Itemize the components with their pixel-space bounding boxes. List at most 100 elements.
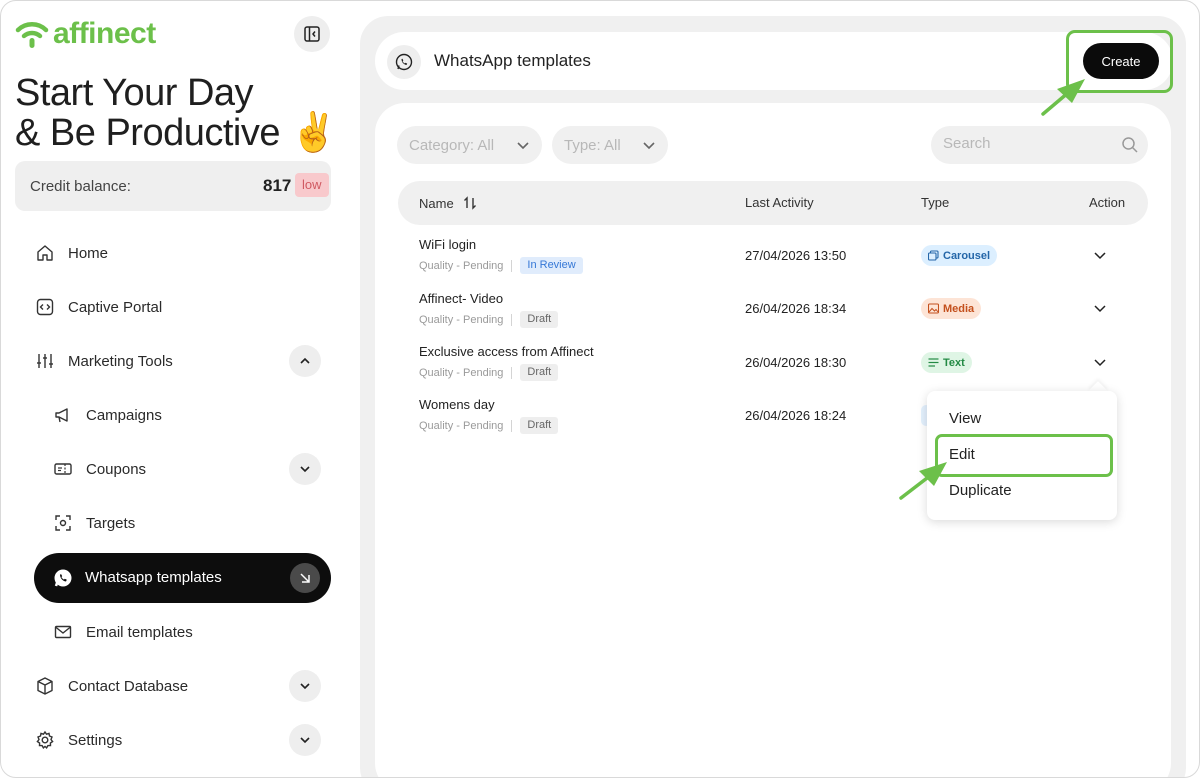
row-action-toggle[interactable]	[1091, 299, 1109, 317]
status-badge: In Review	[520, 257, 583, 274]
type-badge-label: Carousel	[943, 249, 991, 262]
row-action-toggle[interactable]	[1091, 353, 1109, 371]
chevron-down-icon	[1094, 359, 1106, 367]
column-header-action: Action	[1089, 195, 1126, 210]
quality-label: Quality - Pending	[419, 259, 504, 272]
credit-label: Credit balance:	[30, 178, 131, 195]
sidebar-item-email-templates[interactable]: Email templates	[52, 607, 193, 657]
category-filter-select[interactable]: Category: All	[397, 126, 542, 164]
credit-balance-card: Credit balance: 817 low	[15, 161, 331, 211]
sidebar-toggle-icon	[304, 26, 320, 42]
sidebar-item-label: Whatsapp templates	[85, 569, 222, 586]
chevron-down-icon	[1094, 305, 1106, 313]
template-meta: Quality - Pending Draft	[419, 417, 559, 434]
sidebar-item-coupons[interactable]: Coupons	[52, 444, 146, 494]
type-badge-label: Text	[943, 356, 965, 369]
quality-label: Quality - Pending	[419, 366, 504, 379]
quality-label: Quality - Pending	[419, 419, 504, 432]
chevron-down-icon	[643, 142, 655, 150]
template-name[interactable]: Womens day	[419, 397, 495, 412]
brand-name: affinect	[53, 17, 156, 50]
search-input[interactable]	[943, 135, 1113, 152]
column-header-type: Type	[921, 195, 950, 210]
mail-icon	[52, 621, 74, 643]
sidebar-item-captive-portal[interactable]: Captive Portal	[34, 282, 162, 332]
headline-line-1: Start Your Day	[15, 72, 254, 114]
image-icon	[928, 303, 939, 314]
edit-highlight-annotation	[935, 434, 1113, 477]
chevron-down-icon	[1094, 252, 1106, 260]
sidebar-item-settings[interactable]: Settings	[34, 715, 122, 765]
brand-logo[interactable]: affinect	[15, 17, 156, 51]
collapse-sidebar-button[interactable]	[294, 16, 330, 52]
meta-divider	[511, 313, 513, 326]
column-header-name[interactable]: Name	[419, 195, 478, 211]
template-name[interactable]: Affinect- Video	[419, 291, 503, 306]
template-name[interactable]: WiFi login	[419, 237, 476, 252]
last-activity-date: 26/04/2026 18:34	[745, 301, 847, 316]
template-meta: Quality - Pending Draft	[419, 311, 559, 328]
row-action-toggle[interactable]	[1091, 246, 1109, 264]
sidebar-item-home[interactable]: Home	[34, 228, 108, 278]
chevron-up-icon	[300, 357, 310, 364]
last-activity-date: 27/04/2026 13:50	[745, 248, 847, 263]
sidebar-item-campaigns[interactable]: Campaigns	[52, 390, 162, 440]
category-filter-value: Category: All	[409, 136, 495, 154]
meta-divider	[511, 259, 513, 272]
type-filter-select[interactable]: Type: All	[552, 126, 668, 164]
column-header-last-activity[interactable]: Last Activity	[745, 195, 814, 210]
greeting-headline: Start Your Day & Be Productive ✌️	[15, 73, 337, 153]
credit-low-badge: low	[295, 173, 329, 197]
template-meta: Quality - Pending Draft	[419, 364, 559, 381]
search-box	[931, 126, 1148, 164]
status-badge: Draft	[520, 364, 559, 381]
sort-icon[interactable]	[462, 195, 478, 211]
quality-label: Quality - Pending	[419, 313, 504, 326]
megaphone-icon	[52, 404, 74, 426]
sidebar-item-label: Campaigns	[86, 406, 162, 424]
settings-expand-button[interactable]	[289, 724, 321, 756]
page-title: WhatsApp templates	[434, 51, 591, 70]
sidebar-item-whatsapp-templates[interactable]: Whatsapp templates	[34, 553, 331, 603]
type-badge: Media	[921, 298, 982, 319]
chevron-down-icon	[517, 142, 529, 150]
menu-item-view[interactable]: View	[949, 410, 981, 427]
status-badge: Draft	[520, 417, 559, 434]
target-icon	[52, 512, 74, 534]
type-filter-value: Type: All	[564, 136, 621, 154]
sidebar-item-label: Email templates	[86, 623, 193, 641]
menu-item-duplicate[interactable]: Duplicate	[949, 482, 1012, 499]
coupons-expand-button[interactable]	[289, 453, 321, 485]
page-header-icon	[387, 45, 421, 79]
sidebar-item-label: Settings	[68, 731, 123, 749]
sidebar-item-label: Captive Portal	[68, 298, 163, 316]
meta-divider	[511, 419, 513, 432]
whatsapp-icon	[52, 567, 74, 594]
template-name[interactable]: Exclusive access from Affinect	[419, 344, 594, 359]
status-badge: Draft	[520, 311, 559, 328]
whatsapp-icon	[395, 53, 413, 71]
sidebar-item-label: Marketing Tools	[68, 352, 173, 370]
sidebar-item-targets[interactable]: Targets	[52, 498, 135, 548]
type-badge-label: Media	[943, 302, 975, 315]
headline-line-2: & Be Productive ✌️	[15, 112, 337, 154]
gear-icon	[34, 729, 56, 751]
sidebar-item-label: Targets	[86, 514, 136, 532]
app-window: affinect Start Your Day & Be Productive …	[0, 0, 1200, 778]
sidebar-item-label: Contact Database	[68, 677, 189, 695]
search-icon[interactable]	[1121, 136, 1139, 154]
home-icon	[34, 242, 56, 264]
sidebar-item-label: Home	[68, 244, 109, 262]
sidebar-item-contact-database[interactable]: Contact Database	[34, 661, 188, 711]
type-badge: Carousel	[921, 245, 998, 266]
box-icon	[34, 675, 56, 697]
column-header-name-label: Name	[419, 195, 454, 211]
create-highlight-annotation	[1066, 30, 1173, 93]
chevron-down-icon	[300, 737, 310, 744]
marketing-tools-collapse-button[interactable]	[289, 345, 321, 377]
wifi-logo-icon	[15, 22, 49, 48]
contact-database-expand-button[interactable]	[289, 670, 321, 702]
sidebar-item-marketing-tools[interactable]: Marketing Tools	[34, 336, 173, 386]
chevron-down-icon	[300, 683, 310, 690]
text-lines-icon	[928, 358, 939, 367]
